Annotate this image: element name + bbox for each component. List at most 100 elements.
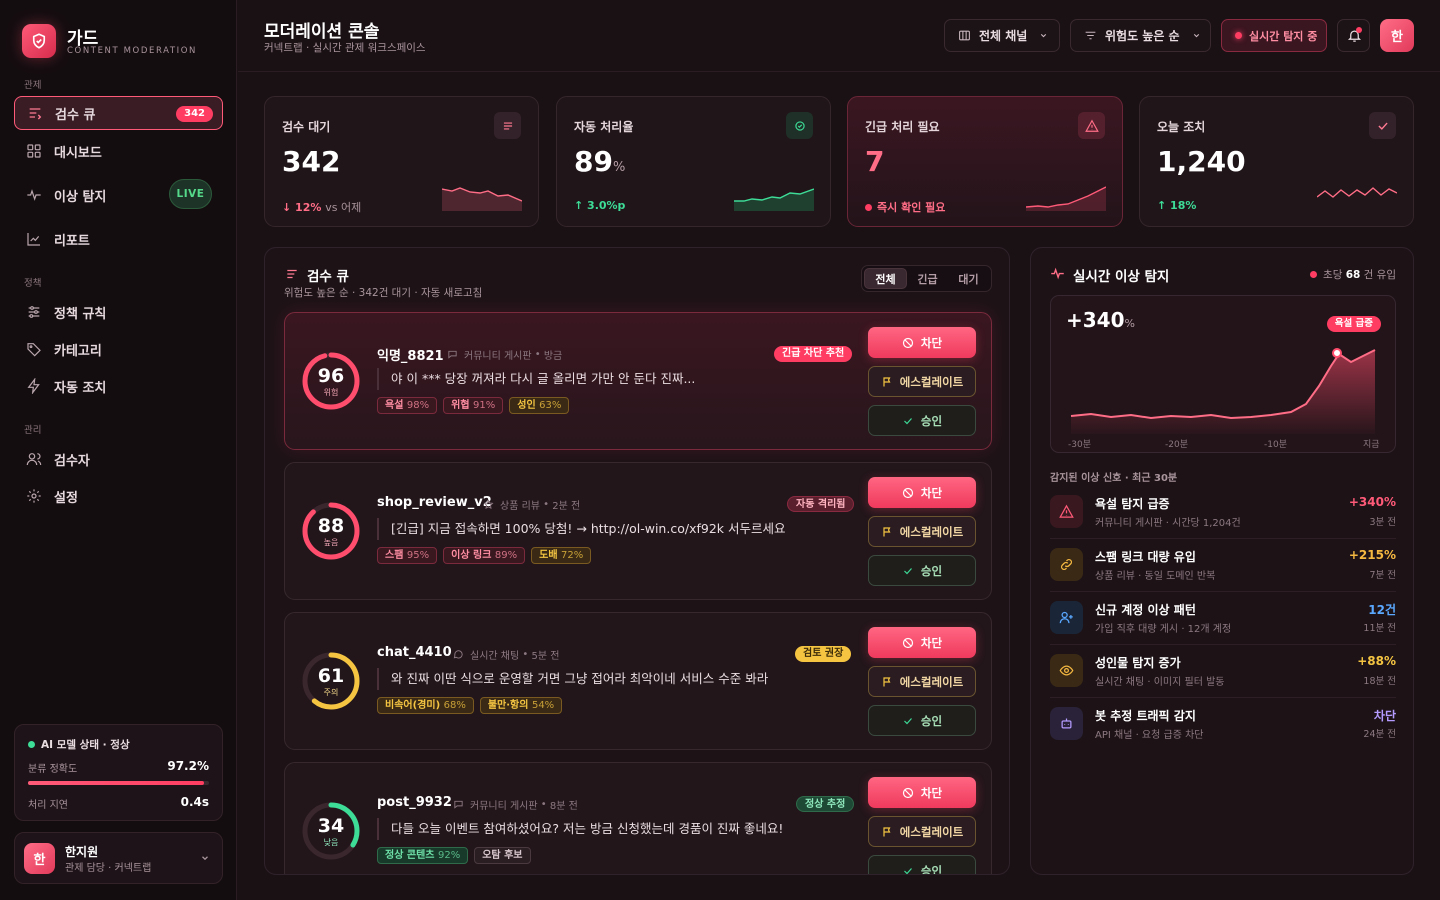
message-circle-icon [453, 650, 463, 659]
escalate-label: 에스컬레이트 [899, 524, 964, 539]
tab-waiting[interactable]: 대기 [948, 268, 989, 289]
approve-button[interactable]: 승인 [868, 855, 976, 874]
approve-button[interactable]: 승인 [868, 555, 976, 586]
check-icon [903, 867, 912, 874]
sidebar-item-category[interactable]: 카테고리 [14, 332, 223, 366]
queue-list-icon [287, 269, 297, 279]
stat-value: 89% [574, 145, 625, 178]
block-label: 차단 [920, 335, 943, 350]
approve-label: 승인 [920, 713, 943, 728]
author-name[interactable]: post_9932 [377, 795, 452, 810]
signal-ago: 3분 전 [1369, 517, 1396, 528]
item-time: 방금 [543, 351, 563, 362]
chevron-down-icon [1041, 33, 1047, 38]
ai-status-title: AI 모델 상태 · 정상 [41, 739, 130, 751]
verdict-badge: 검토 권장 [795, 646, 852, 662]
sidebar-item-report[interactable]: 리포트 [14, 222, 223, 256]
stat-delta-value: 18% [1170, 199, 1197, 212]
item-message: 야 이 *** 당장 꺼져라 다시 글 올리면 가만 안 둔다 진짜... [377, 368, 695, 390]
anomaly-title: 실시간 이상 탐지 [1073, 269, 1170, 285]
escalate-button[interactable]: 에스컬레이트 [868, 816, 976, 847]
signal-sub: 실시간 채팅 · 이미지 필터 발동 [1095, 677, 1225, 688]
tag-pct: 98% [406, 400, 430, 411]
block-label: 차단 [920, 635, 943, 650]
user-profile-menu[interactable]: 한 한지원 관제 담당 · 커넥트랩 [14, 832, 223, 884]
signal-item[interactable]: 스팸 링크 대량 유입 상품 리뷰 · 동일 도메인 반복 +215% 7분 전 [1050, 539, 1396, 592]
stat-delta-value: 3.0%p [587, 199, 626, 212]
ban-icon [902, 487, 914, 498]
stat-value-number: 7 [865, 145, 885, 178]
sidebar-item-dashboard[interactable]: 대시보드 [14, 134, 223, 168]
x-tick: -20분 [1165, 440, 1188, 450]
item-tags: 정상 콘텐츠 92% 오탐 후보 [377, 847, 531, 864]
approve-button[interactable]: 승인 [868, 705, 976, 736]
item-meta: 커뮤니티 게시판 • 8분 전 [453, 797, 578, 812]
stat-card-pending: 검수 대기 342 ↓ 12% vs 어제 [264, 96, 539, 227]
block-label: 차단 [920, 485, 943, 500]
stat-label: 오늘 조치 [1157, 120, 1206, 134]
live-dot-icon [1310, 271, 1318, 278]
header-avatar[interactable]: 한 [1380, 19, 1414, 52]
sparkline-auto-rate [734, 188, 814, 211]
pulse-icon [1051, 267, 1064, 280]
sidebar-item-anomaly[interactable]: 이상 탐지 LIVE [14, 178, 223, 212]
warning-icon [1078, 112, 1105, 139]
stat-value: 342 [282, 145, 340, 178]
sliders-icon [26, 304, 42, 320]
chevron-down-icon [202, 856, 208, 861]
escalate-button[interactable]: 에스컬레이트 [868, 516, 976, 547]
check-icon [1369, 112, 1396, 139]
sidebar-item-review-queue[interactable]: 검수 큐 342 [14, 96, 223, 130]
accuracy-bar-fill [28, 781, 204, 785]
sort-label: 위험도 높은 순 [1105, 29, 1180, 43]
signal-title: 신규 계정 이상 패턴 [1095, 603, 1196, 617]
queue-item[interactable]: 88 높음 shop_review_v2 상품 리뷰 • 2분 전 자동 격리됨… [284, 462, 992, 600]
signal-item[interactable]: 신규 계정 이상 패턴 가입 직후 대량 게시 · 12개 계정 12건 11분… [1050, 592, 1396, 645]
signal-item[interactable]: 욕설 탐지 급증 커뮤니티 게시판 · 시간당 1,204건 +340% 3분 … [1050, 486, 1396, 539]
escalate-button[interactable]: 에스컬레이트 [868, 666, 976, 697]
filter-icon [1085, 31, 1096, 40]
escalate-label: 에스컬레이트 [899, 374, 964, 389]
queue-item[interactable]: 61 주의 chat_4410 실시간 채팅 • 5분 전 검토 권장 와 진짜… [284, 612, 992, 750]
sidebar-item-auto-action[interactable]: 자동 조치 [14, 369, 223, 403]
block-button[interactable]: 차단 [868, 777, 976, 808]
check-icon [903, 717, 912, 724]
settings-check-icon [786, 112, 813, 139]
block-button[interactable]: 차단 [868, 627, 976, 658]
sidebar-item-settings[interactable]: 설정 [14, 479, 223, 513]
rate-value: 68 [1345, 268, 1361, 281]
approve-button[interactable]: 승인 [868, 405, 976, 436]
queue-subtitle: 위험도 높은 순 · 342건 대기 · 자동 새로고침 [284, 287, 483, 299]
signal-ago: 7분 전 [1369, 570, 1396, 581]
signal-item[interactable]: 성인물 탐지 증가 실시간 채팅 · 이미지 필터 발동 +88% 18분 전 [1050, 645, 1396, 698]
block-button[interactable]: 차단 [868, 327, 976, 358]
accuracy-label: 분류 정확도 [28, 764, 78, 775]
tab-all[interactable]: 전체 [864, 268, 907, 289]
tag-pct: 91% [473, 400, 496, 411]
risk-score-ring: 88 높음 [301, 501, 361, 561]
queue-item[interactable]: 96 위험 익명_8821 커뮤니티 게시판 • 방금 긴급 차단 추천 야 이… [284, 312, 992, 450]
link-icon [1050, 548, 1083, 581]
author-name[interactable]: shop_review_v2 [377, 495, 492, 510]
author-name[interactable]: chat_4410 [377, 645, 452, 660]
live-detection-button[interactable]: 실시간 탐지 중 [1221, 19, 1327, 52]
tab-urgent[interactable]: 긴급 [907, 268, 948, 289]
notification-button[interactable] [1337, 19, 1370, 52]
brand[interactable]: 가드 CONTENT MODERATION [22, 24, 195, 58]
star-icon [483, 499, 494, 509]
section-label-policy: 정책 [24, 278, 42, 289]
rate-prefix: 초당 [1323, 269, 1343, 281]
sort-dropdown[interactable]: 위험도 높은 순 [1070, 19, 1211, 52]
sidebar-item-label: 대시보드 [54, 145, 102, 161]
block-button[interactable]: 차단 [868, 477, 976, 508]
signal-title: 욕설 탐지 급증 [1095, 497, 1170, 511]
signal-value: +215% [1348, 548, 1396, 562]
sidebar-item-reviewers[interactable]: 검수자 [14, 442, 223, 476]
signal-item[interactable]: 봇 추정 트래픽 감지 API 채널 · 요청 급증 차단 차단 24분 전 [1050, 698, 1396, 751]
channel-filter-dropdown[interactable]: 전체 채널 [944, 19, 1060, 52]
item-source: 실시간 채팅 [470, 651, 520, 662]
author-name[interactable]: 익명_8821 [377, 345, 444, 364]
escalate-button[interactable]: 에스컬레이트 [868, 366, 976, 397]
sidebar-item-policy-rules[interactable]: 정책 규칙 [14, 295, 223, 329]
queue-item[interactable]: 34 낮음 post_9932 커뮤니티 게시판 • 8분 전 정상 추정 다들… [284, 762, 992, 874]
